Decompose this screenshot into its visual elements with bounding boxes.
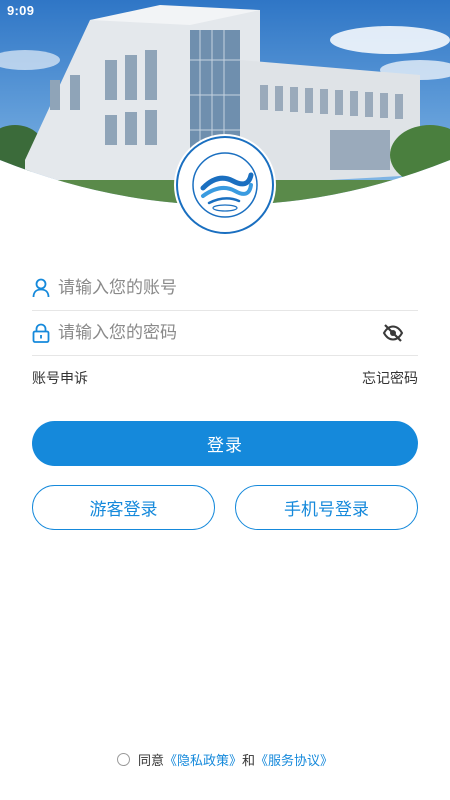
guest-login-button[interactable]: 游客登录: [32, 485, 215, 530]
user-icon: [32, 278, 50, 298]
lock-icon: [32, 323, 50, 343]
account-appeal-link[interactable]: 账号申诉: [32, 368, 88, 388]
account-input[interactable]: [58, 272, 418, 303]
forgot-password-link[interactable]: 忘记密码: [362, 368, 418, 388]
service-agreement-link[interactable]: 《服务协议》: [255, 750, 333, 769]
eye-off-icon[interactable]: [382, 322, 404, 344]
account-links-row: 账号申诉 忘记密码: [32, 368, 418, 388]
privacy-policy-link[interactable]: 《隐私政策》: [164, 750, 242, 769]
status-bar-time: 9:09: [7, 3, 35, 18]
password-field: [32, 310, 418, 356]
agree-prefix: 同意: [137, 754, 164, 769]
college-logo: [173, 133, 277, 237]
password-input[interactable]: [58, 317, 382, 348]
account-field: [32, 265, 418, 311]
agreement-row: 同意 《隐私政策》 和 《服务协议》: [0, 750, 450, 769]
agree-radio[interactable]: [116, 753, 130, 766]
phone-login-button[interactable]: 手机号登录: [235, 485, 418, 530]
agree-and: 和: [242, 754, 256, 769]
login-button[interactable]: 登录: [32, 421, 418, 466]
